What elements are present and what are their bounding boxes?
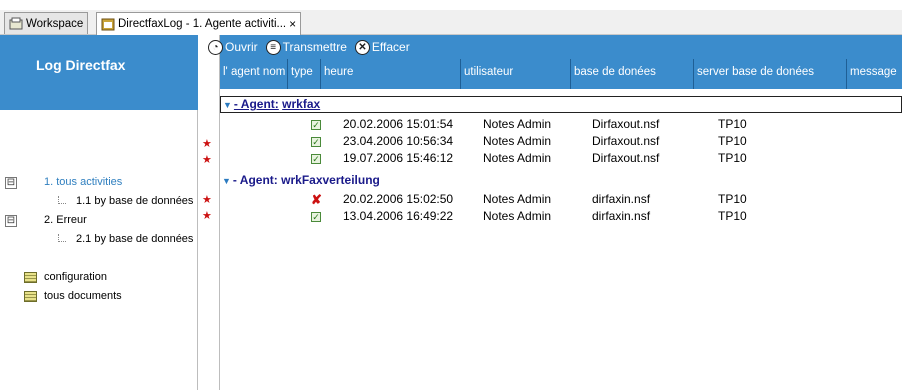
column-header-base[interactable]: base de donées	[571, 59, 694, 89]
table-row[interactable]: ✓ 23.04.2006 10:56:34 Notes Admin Dirfax…	[220, 134, 902, 150]
unread-star-icon: ★	[202, 154, 212, 166]
category-agent: wrkFaxverteilung	[281, 173, 380, 187]
tree-connector	[58, 234, 66, 242]
transmit-label: Transmettre	[282, 40, 347, 54]
collapse-icon[interactable]: ⊟	[5, 177, 17, 189]
check-icon: ✓	[311, 154, 321, 164]
category-agent: wrkfax	[282, 97, 321, 111]
open-button[interactable]: ◔ Ouvrir	[208, 39, 258, 55]
view-panel: ◔ Ouvrir ≡ Transmettre ✕ Effacer l' agen…	[208, 35, 902, 390]
cell-utilisateur: Notes Admin	[483, 134, 552, 148]
cell-utilisateur: Notes Admin	[483, 117, 552, 131]
table-row[interactable]: ✓ 19.07.2006 15:46:12 Notes Admin Dirfax…	[220, 151, 902, 167]
unread-star-icon: ★	[202, 210, 212, 222]
category-label: - Agent:	[233, 97, 279, 111]
cell-heure: 23.04.2006 10:56:34	[343, 134, 454, 148]
navigator-title: Log Directfax	[0, 35, 198, 110]
tree-item-erreur-by-base[interactable]: 2.1 by base de données	[76, 233, 198, 245]
delete-button[interactable]: ✕ Effacer	[354, 39, 410, 55]
transmit-icon: ≡	[265, 39, 281, 55]
column-header-message[interactable]: message	[847, 59, 902, 89]
column-header-server[interactable]: server base de donées	[694, 59, 847, 89]
tree-item-erreur[interactable]: 2. Erreur	[44, 214, 87, 226]
cell-base: Dirfaxout.nsf	[592, 134, 660, 148]
category-row[interactable]: ▼ - Agent: wrkfax	[220, 96, 902, 113]
table-row[interactable]: ✓ 20.02.2006 15:01:54 Notes Admin Dirfax…	[220, 117, 902, 133]
check-icon: ✓	[311, 120, 321, 130]
tree-item-by-base-de-donnees[interactable]: 1.1 by base de données	[76, 195, 198, 207]
category-row[interactable]: ▼ - Agent: wrkFaxverteilung	[220, 173, 380, 190]
navigator-panel: Log Directfax ⊟ 1. tous activities 1.1 b…	[0, 35, 198, 390]
tab-label: Workspace	[26, 17, 84, 30]
action-bar: ◔ Ouvrir ≡ Transmettre ✕ Effacer	[208, 35, 902, 59]
check-icon: ✓	[311, 212, 321, 222]
cell-server: TP10	[718, 134, 747, 148]
table-row[interactable]: ✘ 20.02.2006 15:02:50 Notes Admin dirfax…	[220, 192, 902, 208]
tree-connector	[58, 196, 66, 204]
cell-base: dirfaxin.nsf	[592, 192, 651, 206]
database-icon	[101, 17, 115, 31]
category-label: - Agent:	[232, 173, 278, 187]
expand-triangle-icon[interactable]: ▼	[223, 100, 232, 110]
delete-icon: ✕	[354, 39, 370, 55]
tab-label: DirectfaxLog - 1. Agente activiti...	[118, 18, 287, 30]
error-x-icon: ✘	[311, 192, 322, 207]
open-label: Ouvrir	[225, 40, 258, 54]
column-header-heure[interactable]: heure	[321, 59, 461, 89]
cell-server: TP10	[718, 209, 747, 223]
document-icon	[24, 272, 37, 283]
cell-heure: 20.02.2006 15:02:50	[343, 192, 454, 206]
expand-triangle-icon[interactable]: ▼	[222, 176, 231, 186]
cell-heure: 13.04.2006 16:49:22	[343, 209, 454, 223]
workspace-icon	[9, 17, 23, 31]
cell-server: TP10	[718, 192, 747, 206]
open-icon: ◔	[208, 39, 223, 55]
tab-strip: Workspace DirectfaxLog - 1. Agente activ…	[0, 0, 902, 35]
close-icon[interactable]: ×	[289, 17, 296, 31]
column-header-type[interactable]: type	[288, 59, 321, 89]
column-headers: l' agent nom type heure utilisateur base…	[220, 59, 902, 89]
tab-workspace[interactable]: Workspace	[4, 12, 89, 34]
cell-server: TP10	[718, 117, 747, 131]
cell-heure: 19.07.2006 15:46:12	[343, 151, 454, 165]
document-icon	[24, 291, 37, 302]
cell-base: Dirfaxout.nsf	[592, 117, 660, 131]
unread-star-icon: ★	[202, 194, 212, 206]
cell-heure: 20.02.2006 15:01:54	[343, 117, 454, 131]
cell-base: Dirfaxout.nsf	[592, 151, 660, 165]
cell-utilisateur: Notes Admin	[483, 192, 552, 206]
tree-item-tous-activities[interactable]: 1. tous activities	[44, 176, 122, 188]
nav-tous-documents[interactable]: tous documents	[44, 290, 122, 302]
cell-server: TP10	[718, 151, 747, 165]
delete-label: Effacer	[371, 40, 410, 54]
check-icon: ✓	[311, 137, 321, 147]
unread-marks-column: ★ ★ ★ ★	[198, 35, 220, 390]
table-row[interactable]: ✓ 13.04.2006 16:49:22 Notes Admin dirfax…	[220, 209, 902, 225]
cell-utilisateur: Notes Admin	[483, 151, 552, 165]
nav-configuration[interactable]: configuration	[44, 271, 107, 283]
tab-directfaxlog[interactable]: DirectfaxLog - 1. Agente activiti... ×	[96, 12, 302, 35]
transmit-button[interactable]: ≡ Transmettre	[265, 39, 347, 55]
unread-star-icon: ★	[202, 138, 212, 150]
collapse-icon[interactable]: ⊟	[5, 215, 17, 227]
cell-base: dirfaxin.nsf	[592, 209, 651, 223]
column-header-utilisateur[interactable]: utilisateur	[461, 59, 571, 89]
column-header-agent[interactable]: l' agent nom	[220, 59, 288, 89]
cell-utilisateur: Notes Admin	[483, 209, 552, 223]
